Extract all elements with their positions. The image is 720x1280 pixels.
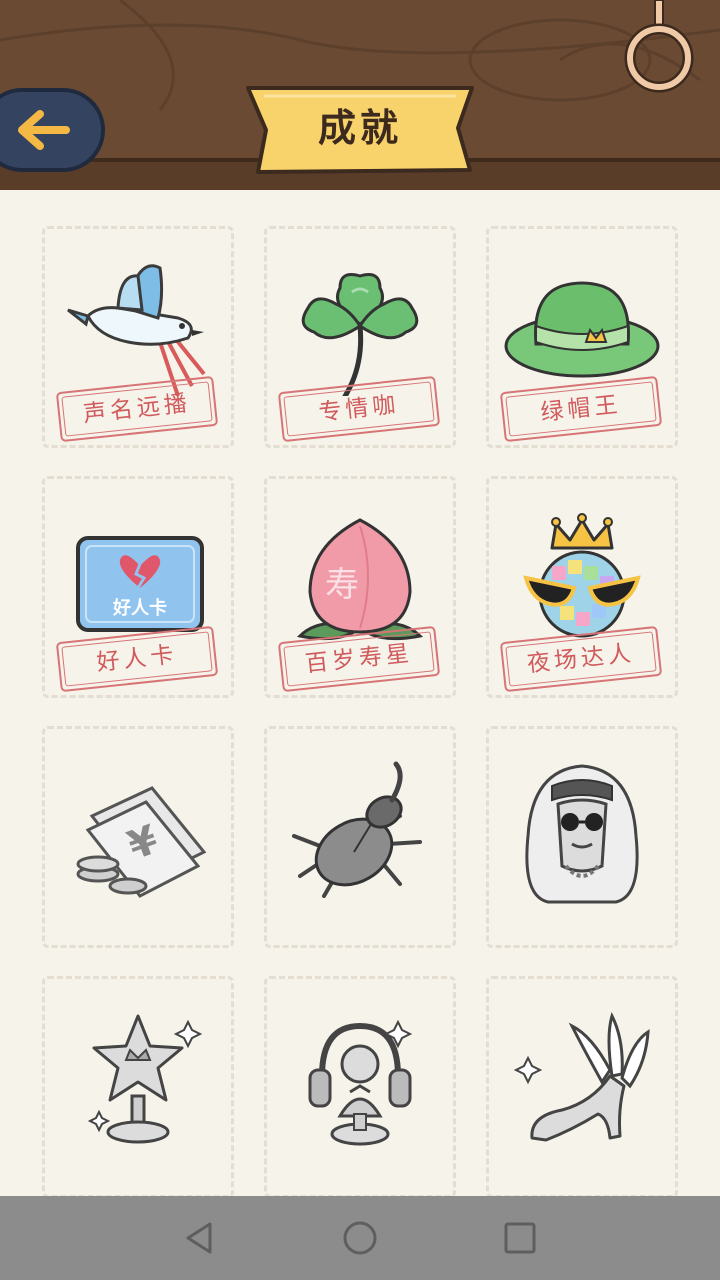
ring-icon: [624, 0, 694, 93]
achievement-cell-locked[interactable]: [486, 726, 678, 948]
achievement-cell-locked[interactable]: [264, 976, 456, 1198]
peach-text: 寿: [325, 565, 359, 605]
system-nav-bar: [0, 1196, 720, 1280]
clover-icon: [301, 273, 419, 396]
dj-trophy-icon: [308, 1019, 413, 1146]
page-title: 成就: [317, 105, 402, 150]
achievement-cell[interactable]: 寿 百岁寿星: [264, 476, 456, 698]
money-icon: ¥: [76, 786, 207, 898]
disco-ball-icon: [523, 513, 641, 638]
winged-heel-icon: [513, 1011, 650, 1142]
peach-icon: 寿: [296, 518, 424, 641]
star-trophy-icon: [87, 1014, 203, 1144]
achievement-cell[interactable]: 绿帽王: [486, 226, 678, 448]
achievement-cell-locked[interactable]: [486, 976, 678, 1198]
achievement-cell[interactable]: 夜场达人: [486, 476, 678, 698]
achievement-cell-locked[interactable]: [42, 976, 234, 1198]
achievement-cell[interactable]: 专情咖: [264, 226, 456, 448]
title-banner: 成就: [244, 80, 476, 176]
nav-back-icon[interactable]: [180, 1218, 220, 1258]
achievement-cell-locked[interactable]: [264, 726, 456, 948]
arrow-left-icon: [18, 110, 70, 150]
nav-home-icon[interactable]: [340, 1218, 380, 1258]
achievement-cell-locked[interactable]: ¥: [42, 726, 234, 948]
nav-recents-icon[interactable]: [500, 1218, 540, 1258]
achievement-cell[interactable]: 好人卡 好人卡: [42, 476, 234, 698]
green-hat-icon: [504, 281, 660, 378]
sheikh-icon: [525, 764, 639, 904]
achievement-cell[interactable]: 声名远播: [42, 226, 234, 448]
card-icon: 好人卡: [76, 536, 204, 632]
back-button[interactable]: [0, 88, 105, 172]
bird-icon: [67, 264, 206, 396]
card-text: 好人卡: [112, 597, 167, 619]
beetle-icon: [292, 761, 422, 898]
